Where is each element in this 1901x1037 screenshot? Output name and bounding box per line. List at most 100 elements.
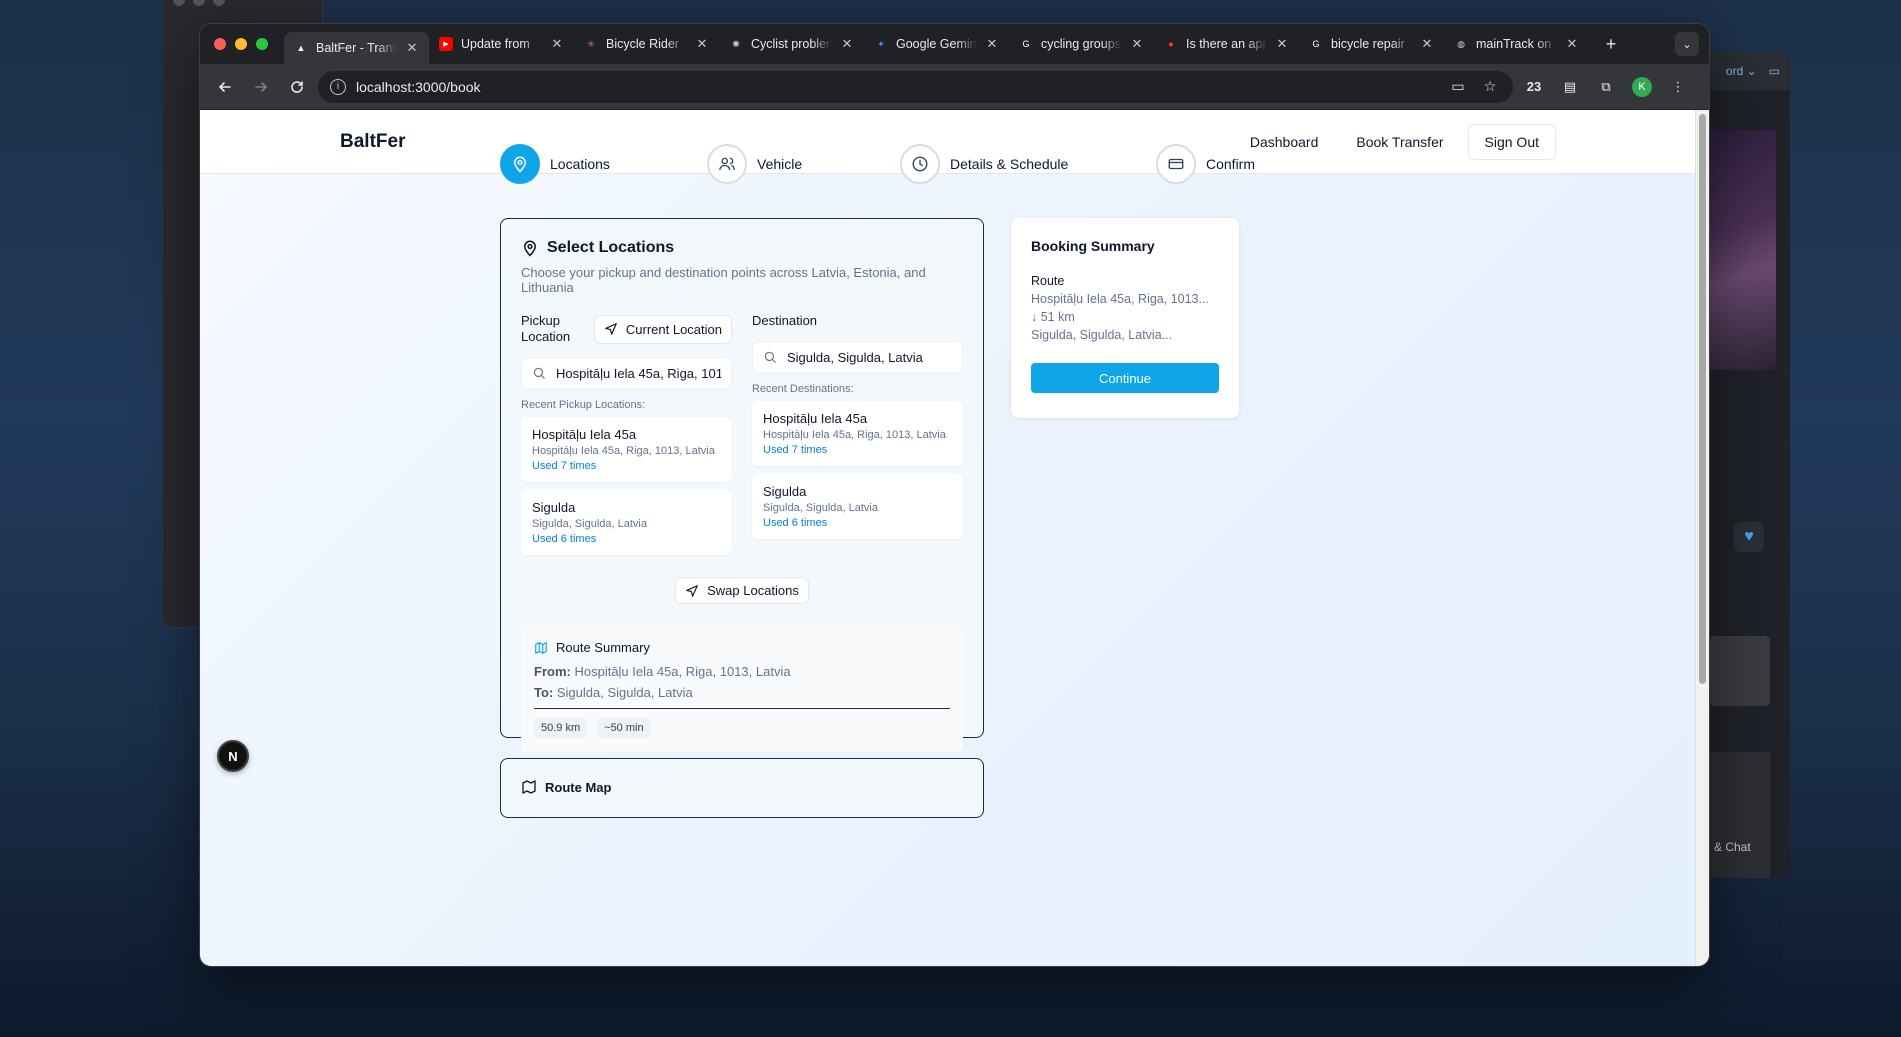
clock-icon [900, 144, 940, 184]
recent-destinations-label: Recent Destinations: [752, 383, 854, 395]
tab-title: Bicycle Rider [606, 37, 679, 51]
divider [534, 708, 950, 709]
step-label: Vehicle [757, 156, 803, 172]
route-from: From: Hospitāļu Iela 45a, Riga, 1013, La… [534, 664, 950, 679]
recent-pickup-item[interactable]: Sigulda Sigulda, Sigulda, Latvia Used 6 … [521, 490, 732, 555]
heart-icon: ♥ [1734, 522, 1764, 552]
recent-pickup-label: Recent Pickup Locations: [521, 399, 646, 411]
close-tab-icon[interactable]: ✕ [840, 36, 854, 52]
back-button[interactable] [210, 72, 240, 102]
recent-pickup-item[interactable]: Hospitāļu Iela 45a Hospitāļu Iela 45a, R… [521, 417, 732, 482]
close-tab-icon[interactable]: ✕ [985, 36, 999, 52]
globe-icon: ◍ [1457, 38, 1465, 49]
background-block [1710, 636, 1770, 706]
scrollbar-thumb[interactable] [1699, 114, 1706, 684]
youtube-icon: ▶ [439, 37, 453, 51]
tab-title: Is there an app [1186, 37, 1267, 51]
browser-tab[interactable]: ▶ Update from ✕ [429, 28, 574, 60]
close-window-button[interactable] [214, 38, 226, 50]
browser-tab[interactable]: Gbicycle repair ✕ [1299, 28, 1444, 60]
brand-logo[interactable]: BaltFer [340, 131, 405, 153]
booking-summary-card: Booking Summary Route Hospitāļu Iela 45a… [1011, 218, 1239, 418]
browser-tab[interactable]: ✦ Google Gemini ✕ [864, 28, 1009, 60]
map-icon [521, 779, 537, 795]
destination-input[interactable] [787, 349, 952, 365]
sign-out-button[interactable]: Sign Out [1467, 123, 1556, 160]
to-value: Sigulda, Sigulda, Latvia [556, 685, 693, 700]
site-info-icon[interactable]: i [330, 78, 346, 95]
summary-distance: ↓ 51 km [1031, 310, 1075, 324]
close-tab-icon[interactable]: ✕ [1420, 36, 1434, 52]
swap-locations-button[interactable]: Swap Locations [675, 577, 809, 604]
browser-window: ▲ BaltFer - Transfer ✕ ▶ Update from ✕ ✳ Bicycl… [199, 23, 1710, 967]
summary-from: Hospitāļu Iela 45a, Riga, 1013... [1031, 292, 1209, 306]
recent-usage: Used 6 times [763, 517, 828, 529]
browser-tab[interactable]: ● Is there an app ✕ [1154, 28, 1299, 60]
browser-tab[interactable]: ✺ Cyclist problem ✕ [719, 28, 864, 60]
tab-search-button[interactable]: ⌄ [1675, 32, 1699, 56]
step-vehicle[interactable]: Vehicle [707, 144, 802, 184]
recent-address: Hospitāļu Iela 45a, Riga, 1013, Latvia [532, 445, 715, 457]
page-scrollbar[interactable] [1695, 110, 1709, 966]
distance-chip: 50.9 km [534, 718, 588, 738]
recent-destination-item[interactable]: Sigulda Sigulda, Sigulda, Latvia Used 6 … [752, 474, 963, 539]
triangle-icon: ▲ [296, 43, 306, 53]
tab-title: mainTrack on [1476, 37, 1552, 51]
browser-tab[interactable]: ✳ Bicycle Rider ✕ [574, 28, 719, 60]
route-summary-title: Route Summary [556, 640, 650, 655]
current-location-button[interactable]: Current Location [593, 314, 732, 344]
url-text[interactable]: localhost:3000/book [356, 79, 1437, 95]
reload-button[interactable] [282, 72, 312, 102]
close-tab-icon[interactable]: ✕ [1275, 36, 1289, 52]
recent-destination-item[interactable]: Hospitāļu Iela 45a Hospitāļu Iela 45a, R… [752, 401, 963, 466]
step-locations[interactable]: Locations [500, 144, 610, 184]
background-photo [1710, 130, 1776, 370]
extension-badge[interactable]: 23 [1519, 72, 1549, 102]
recent-address: Sigulda, Sigulda, Latvia [532, 518, 647, 530]
step-details-schedule[interactable]: Details & Schedule [900, 144, 1068, 184]
card-title: Select Locations [521, 239, 963, 257]
bookmark-star-icon[interactable]: ☆ [1479, 78, 1501, 95]
address-bar[interactable]: i localhost:3000/book ▭ ☆ [318, 70, 1513, 103]
browser-tab[interactable]: Gcycling groups ✕ [1009, 28, 1154, 60]
close-tab-icon[interactable]: ✕ [405, 40, 419, 56]
profile-button[interactable]: K [1627, 72, 1657, 102]
nextjs-dev-badge[interactable]: N [217, 740, 249, 772]
browser-menu-icon[interactable]: ⋮ [1663, 72, 1693, 102]
window-controls [214, 38, 268, 50]
browser-tab[interactable]: ◍ mainTrack on ✕ [1444, 28, 1589, 60]
maximize-window-button[interactable] [256, 38, 268, 50]
to-label: To: [534, 685, 554, 700]
route-map-header: Route Map [521, 779, 963, 795]
chat-label: & Chat [1714, 840, 1751, 854]
close-tab-icon[interactable]: ✕ [1130, 36, 1144, 52]
route-label: Route [1031, 274, 1065, 288]
close-tab-icon[interactable]: ✕ [1565, 36, 1579, 52]
destination-search-field[interactable] [752, 341, 963, 373]
monitor-icon: ▭ [1768, 64, 1780, 78]
address-toolbar: i localhost:3000/book ▭ ☆ 23 ▤ ⧉ K ⋮ [200, 64, 1709, 109]
close-tab-icon[interactable]: ✕ [550, 36, 564, 52]
forward-button[interactable] [246, 72, 276, 102]
new-tab-button[interactable]: + [1599, 34, 1623, 55]
pickup-input[interactable] [556, 365, 721, 381]
gemini-icon: ✦ [877, 38, 885, 49]
browser-tab[interactable]: ▲ BaltFer - Transfer ✕ [284, 32, 429, 64]
page-content: BaltFer Dashboard Book Transfer Sign Out… [200, 110, 1696, 966]
step-confirm[interactable]: Confirm [1156, 144, 1255, 184]
credit-card-icon [1156, 144, 1196, 184]
extensions-puzzle-icon[interactable]: ⧉ [1591, 72, 1621, 102]
rss-extension-icon[interactable]: ▤ [1555, 72, 1585, 102]
users-icon [707, 144, 747, 184]
step-label: Confirm [1206, 156, 1256, 172]
card-icon[interactable]: ▭ [1447, 78, 1469, 95]
continue-button[interactable]: Continue [1031, 363, 1219, 393]
reddit-icon: ● [1168, 39, 1174, 49]
profile-avatar[interactable]: K [1632, 76, 1652, 97]
pickup-search-field[interactable] [521, 357, 732, 389]
minimize-window-button[interactable] [235, 38, 247, 50]
close-tab-icon[interactable]: ✕ [695, 36, 709, 52]
nav-book-transfer[interactable]: Book Transfer [1342, 124, 1457, 160]
select-locations-subtitle: Choose your pickup and destination point… [521, 265, 926, 295]
map-pin-icon [500, 144, 540, 184]
